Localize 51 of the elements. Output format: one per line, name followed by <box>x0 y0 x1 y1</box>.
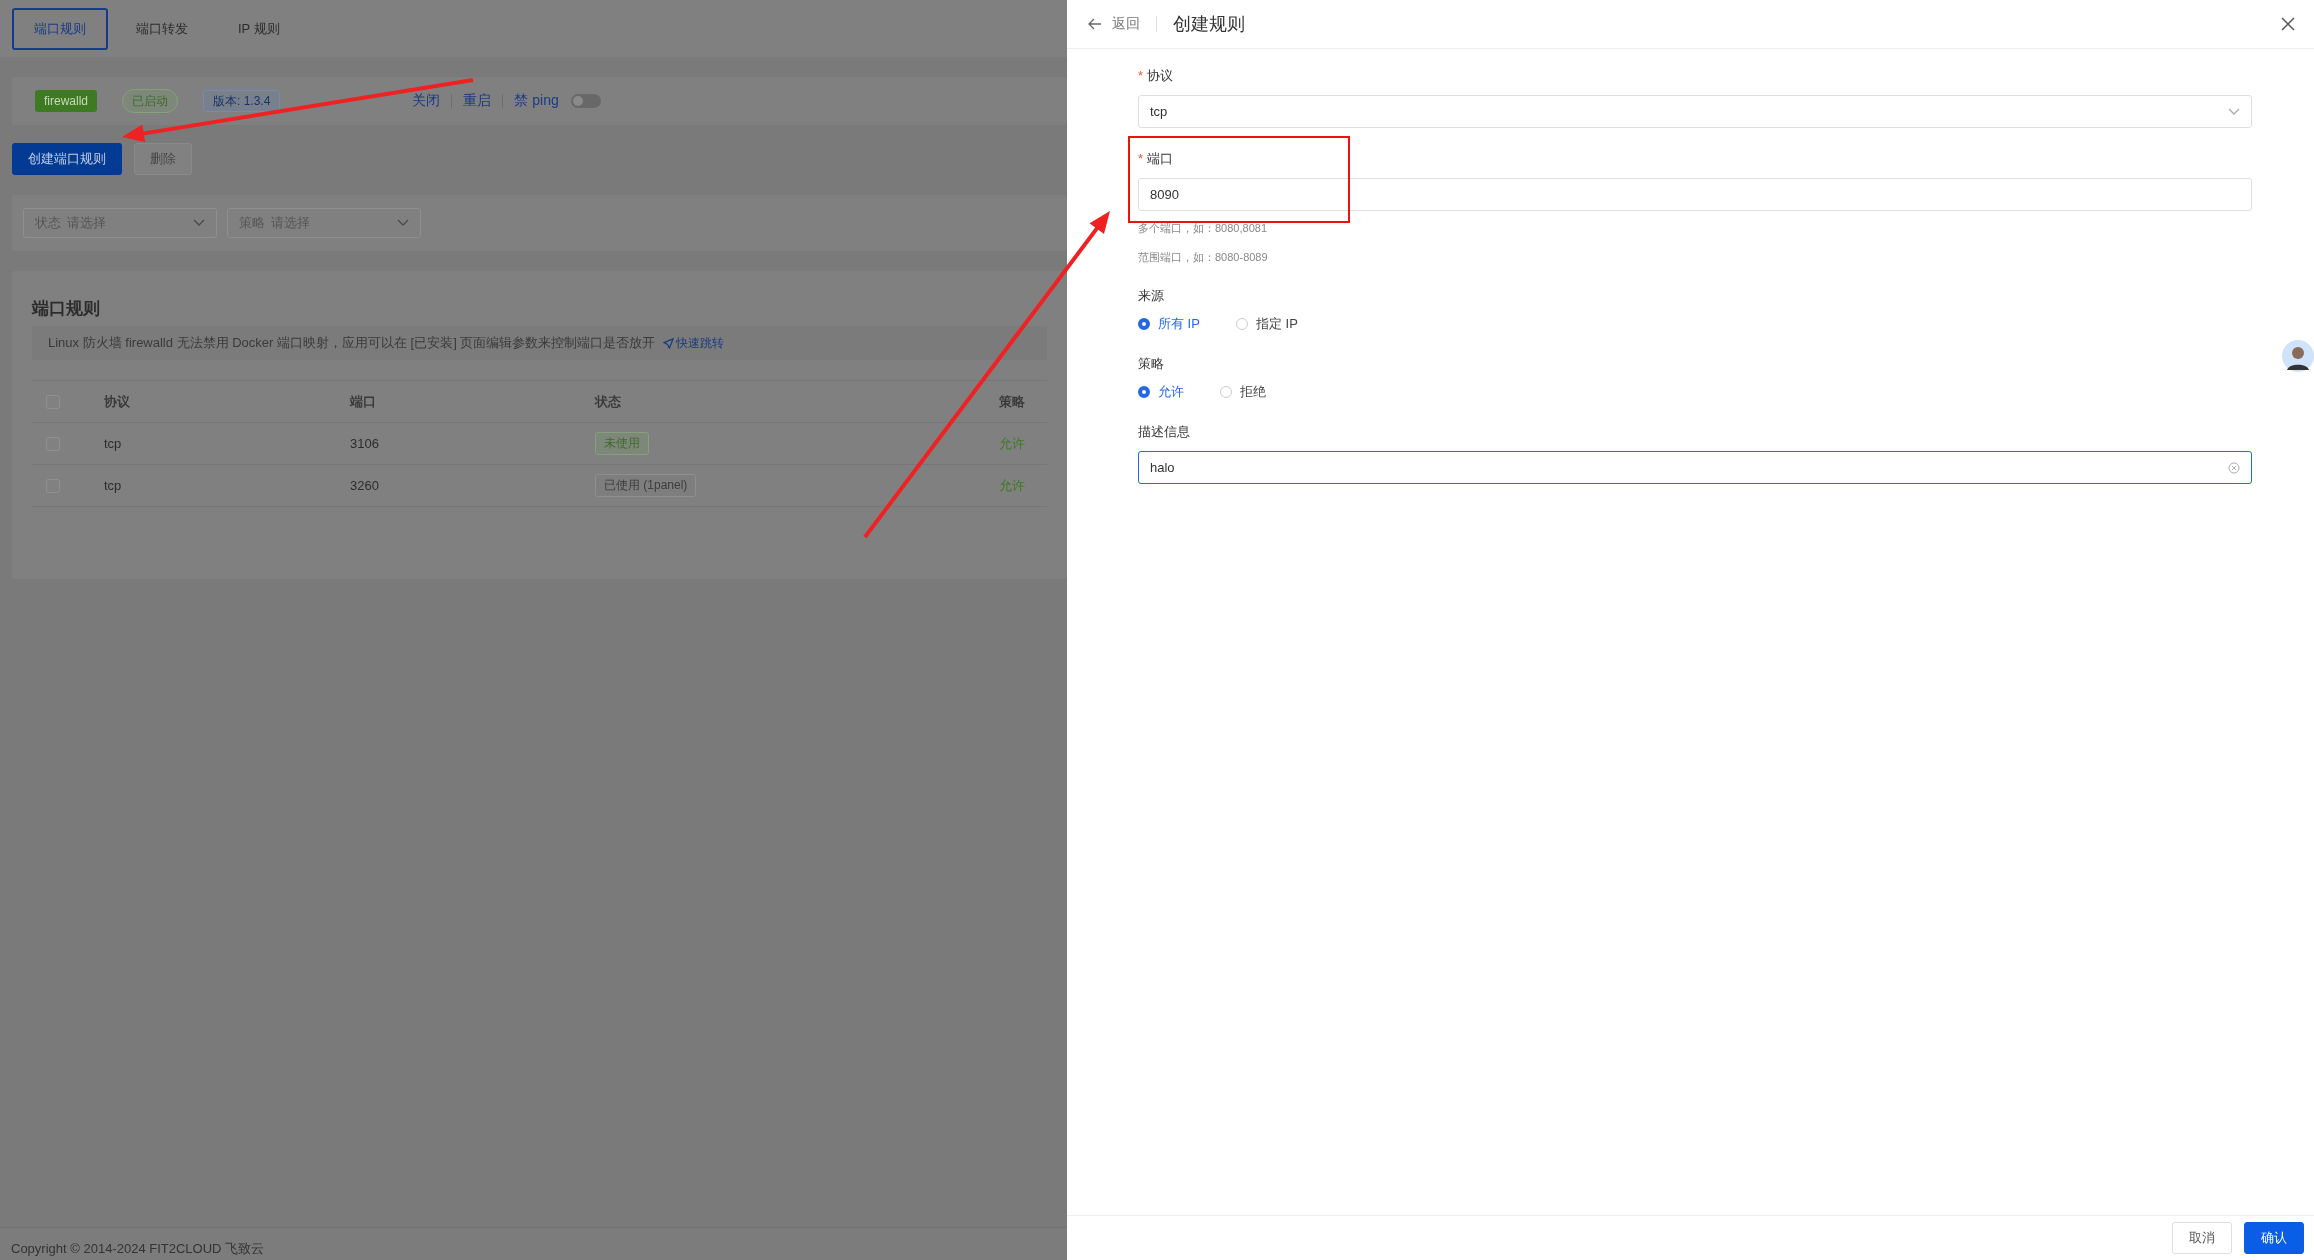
avatar[interactable] <box>2282 340 2314 372</box>
confirm-button[interactable]: 确认 <box>2244 1222 2304 1254</box>
arrow-left-icon <box>1088 18 1102 30</box>
input-field[interactable]: 8090 <box>1138 178 2252 211</box>
column-header: 状态 <box>595 392 622 411</box>
version-tag: 版本: 1.3.4 <box>203 90 281 112</box>
field-label: * 端口 <box>1138 150 1175 168</box>
status-tag: 未使用 <box>595 432 649 455</box>
ping-switch[interactable] <box>570 94 601 108</box>
status-tag: 已使用 (1panel) <box>595 474 697 497</box>
column-header: 策略 <box>999 392 1025 411</box>
firewall-name-tag: firewalld <box>35 90 97 112</box>
chevron-down-icon <box>397 219 409 227</box>
protocol-select[interactable]: tcp <box>1138 95 2252 128</box>
radio-option[interactable]: 所有 IP <box>1138 315 1200 333</box>
table-cell-text: 3260 <box>350 478 380 493</box>
action-link[interactable]: 重启 <box>463 92 492 110</box>
radio-option[interactable]: 拒绝 <box>1220 383 1266 401</box>
hint-text: 范围端口，如：8080-8089 <box>1138 250 1269 265</box>
table-cell-text: tcp <box>104 478 123 493</box>
close-icon[interactable] <box>2280 16 2296 32</box>
copyright-text: Copyright © 2014-2024 FIT2CLOUD 飞致云 <box>11 1240 265 1258</box>
send-icon <box>663 337 675 349</box>
drawer-title: 创建规则 <box>1173 13 1246 36</box>
ping-label: 禁 ping <box>514 92 559 110</box>
chevron-down-icon <box>193 219 205 227</box>
create-button[interactable]: 创建端口规则 <box>12 143 122 175</box>
field-label: 描述信息 <box>1138 423 1191 441</box>
cancel-button[interactable]: 取消 <box>2172 1222 2232 1254</box>
table-cell: 允许 <box>999 476 1025 495</box>
tab[interactable]: 端口规则 <box>12 7 108 50</box>
back-link[interactable]: 返回 <box>1088 15 1140 33</box>
chevron-down-icon <box>2228 107 2240 116</box>
radio-option[interactable]: 指定 IP <box>1235 315 1298 333</box>
field-label: 来源 <box>1138 287 1165 305</box>
action-link[interactable]: 关闭 <box>412 92 441 110</box>
clear-icon[interactable] <box>2228 461 2240 474</box>
hint-text: 多个端口，如：8080,8081 <box>1138 221 1268 236</box>
table-cell: 允许 <box>999 434 1025 453</box>
table-cell-text: 3106 <box>350 436 380 451</box>
running-status-tag: 已启动 <box>122 89 178 113</box>
tab[interactable]: IP 规则 <box>216 7 302 50</box>
table-cell-text: tcp <box>104 436 123 451</box>
input-field[interactable]: halo <box>1138 451 2252 484</box>
field-label: 策略 <box>1138 355 1165 373</box>
tab[interactable]: 端口转发 <box>114 7 210 50</box>
field-label: * 协议 <box>1138 67 1175 85</box>
radio-option[interactable]: 允许 <box>1138 383 1184 401</box>
column-header: 协议 <box>104 392 131 411</box>
column-header: 端口 <box>350 392 377 411</box>
card-title: 端口规则 <box>32 298 101 320</box>
